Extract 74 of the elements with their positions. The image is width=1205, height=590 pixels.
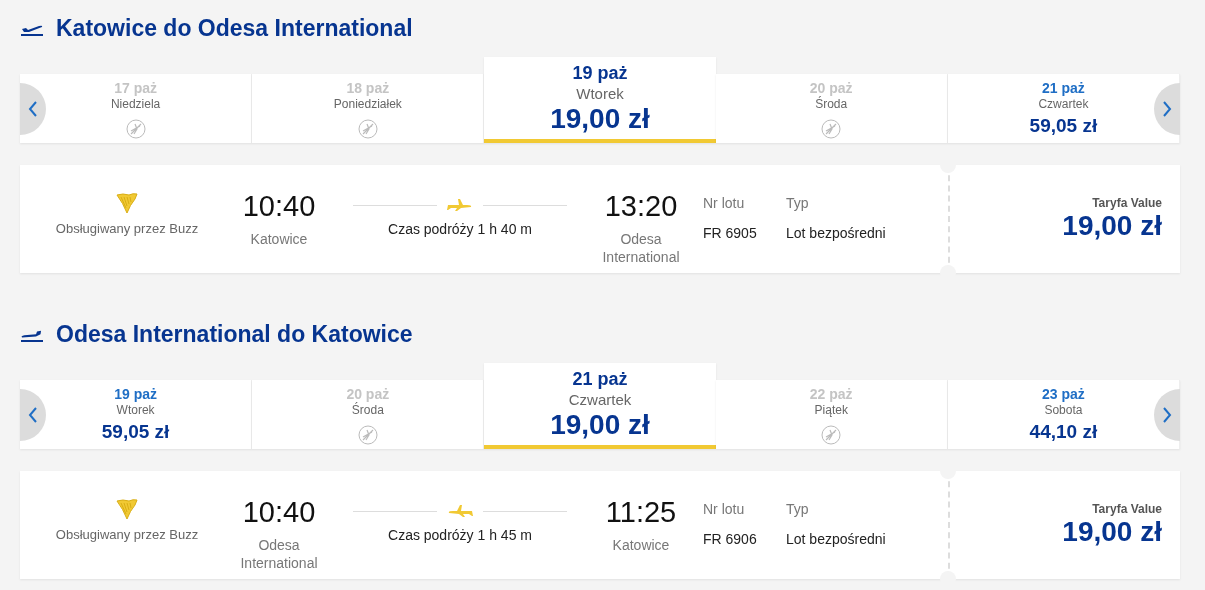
date-tab[interactable]: 19 paż Wtorek 59,05 zł (20, 380, 253, 449)
type-value: Lot bezpośredni (786, 531, 887, 547)
date-tab[interactable]: 20 paż Środa (715, 74, 948, 143)
weekday-label: Wtorek (116, 402, 155, 418)
date-label: 17 paż (114, 80, 157, 97)
flight-number-label: Nr lotu (703, 501, 746, 517)
departure-city: Odesa International (239, 535, 319, 573)
fare-price: 19,00 zł (1062, 516, 1162, 548)
fare-label: Taryfa Value (1092, 502, 1162, 516)
no-flight-icon (125, 119, 146, 140)
type-label: Typ (786, 195, 810, 211)
fare-label: Taryfa Value (1092, 196, 1162, 210)
date-tab[interactable]: 21 paż Czwartek 19,00 zł (484, 363, 716, 449)
date-tab[interactable]: 17 paż Niedziela (20, 74, 253, 143)
plane-icon (447, 505, 473, 517)
arrival-time: 13:20 (604, 191, 678, 223)
date-label: 18 paż (346, 80, 390, 97)
date-tab[interactable]: 21 paż Czwartek 59,05 zł (947, 74, 1180, 143)
price-label: 59,05 zł (1029, 115, 1098, 138)
date-label: 19 paż (114, 386, 157, 403)
weekday-label: Sobota (1044, 402, 1083, 418)
price-label: 19,00 zł (550, 102, 650, 135)
type-value: Lot bezpośredni (786, 225, 887, 241)
date-label: 20 paż (809, 80, 853, 96)
date-label: 23 paż (1042, 386, 1085, 403)
date-tab[interactable]: 19 paż Wtorek 19,00 zł (484, 57, 716, 143)
date-label: 22 paż (809, 386, 853, 403)
departure-time: 10:40 (242, 497, 316, 529)
route-title: Odesa International do Katowice (56, 320, 413, 348)
chevron-right-icon (1162, 101, 1172, 117)
price-label: 59,05 zł (101, 421, 170, 444)
plane-icon (447, 199, 473, 211)
date-tab[interactable]: 18 paż Poniedziałek (252, 74, 485, 143)
price-label: 19,00 zł (550, 408, 650, 441)
duration-label: Czas podróży 1 h 40 m (388, 221, 532, 237)
flight-number-label: Nr lotu (703, 195, 746, 211)
date-tab[interactable]: 22 paż Piątek (715, 380, 948, 449)
departure-city: Katowice (249, 229, 309, 249)
fare-price: 19,00 zł (1062, 210, 1162, 242)
date-tab[interactable]: 20 paż Środa (252, 380, 485, 449)
chevron-right-icon (1162, 407, 1172, 423)
arrival-city: Katowice (611, 535, 671, 555)
operator-label: Obsługiwany przez Buzz (55, 527, 199, 542)
type-label: Typ (786, 501, 810, 517)
route-title: Katowice do Odesa International (56, 14, 413, 42)
no-flight-icon (821, 119, 842, 140)
no-flight-icon (357, 425, 378, 446)
harp-logo-icon (115, 497, 139, 521)
departure-time: 10:40 (242, 191, 316, 223)
date-label: 21 paż (1042, 80, 1085, 97)
weekday-label: Niedziela (110, 96, 161, 112)
arrival-time: 11:25 (605, 497, 677, 529)
flight-number: FR 6906 (703, 531, 758, 547)
harp-logo-icon (115, 191, 139, 215)
weekday-label: Środa (815, 96, 848, 112)
chevron-left-icon (28, 101, 38, 117)
date-label: 19 paż (572, 63, 628, 85)
chevron-left-icon (28, 407, 38, 423)
arrival-city: Odesa International (601, 229, 681, 267)
price-label: 44,10 zł (1029, 421, 1098, 444)
no-flight-icon (821, 425, 842, 446)
weekday-label: Środa (351, 402, 384, 418)
duration-label: Czas podróży 1 h 45 m (388, 527, 532, 543)
weekday-label: Poniedziałek (333, 96, 402, 112)
weekday-label: Czwartek (568, 390, 632, 409)
date-label: 21 paż (572, 369, 628, 391)
date-tab[interactable]: 23 paż Sobota 44,10 zł (947, 380, 1180, 449)
weekday-label: Piątek (814, 402, 848, 418)
no-flight-icon (357, 119, 378, 140)
weekday-label: Czwartek (1038, 96, 1089, 112)
weekday-label: Wtorek (576, 84, 624, 103)
flight-number: FR 6905 (703, 225, 758, 241)
date-label: 20 paż (346, 386, 390, 402)
operator-label: Obsługiwany przez Buzz (55, 221, 199, 236)
